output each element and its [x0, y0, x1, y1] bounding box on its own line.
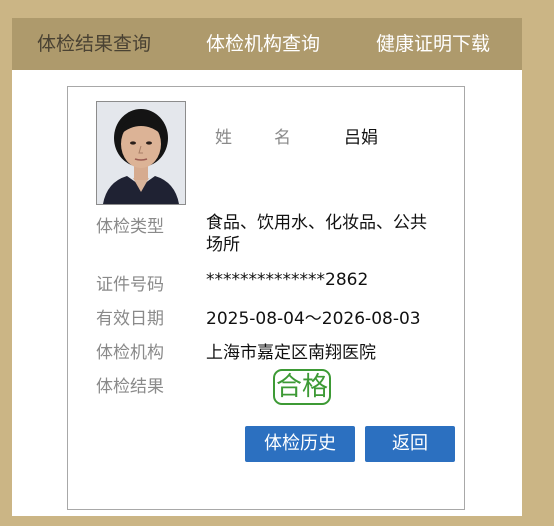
id-number-value: **************2862	[206, 270, 369, 290]
avatar-photo	[96, 101, 186, 205]
exam-institution-label: 体检机构	[96, 343, 164, 363]
tab-exam-institution-query[interactable]: 体检机构查询	[206, 18, 320, 70]
exam-result-label: 体检结果	[96, 377, 164, 397]
name-label-char-1: 姓	[215, 128, 232, 148]
top-nav: 体检结果查询 体检机构查询 健康证明下载	[12, 18, 522, 70]
person-photo-icon	[97, 102, 185, 204]
tab-exam-result-query[interactable]: 体检结果查询	[37, 18, 151, 70]
exam-institution-value: 上海市嘉定区南翔医院	[206, 343, 376, 363]
health-certificate-card: 姓 名 吕娟 体检类型 食品、饮用水、化妆品、公共场所 证件号码 *******…	[67, 86, 465, 510]
valid-date-label: 有效日期	[96, 309, 164, 329]
tab-health-certificate-download[interactable]: 健康证明下载	[376, 18, 490, 70]
exam-type-label: 体检类型	[96, 217, 164, 237]
valid-date-value: 2025-08-04～2026-08-03	[206, 309, 421, 329]
qualified-stamp: 合格	[273, 369, 332, 405]
back-button[interactable]: 返回	[365, 426, 455, 462]
exam-type-value: 食品、饮用水、化妆品、公共场所	[206, 213, 427, 255]
name-label: 姓 名	[215, 123, 291, 148]
name-value: 吕娟	[344, 128, 378, 148]
id-number-label: 证件号码	[96, 275, 164, 295]
exam-history-button[interactable]: 体检历史	[245, 426, 355, 462]
name-label-char-2: 名	[274, 128, 291, 148]
